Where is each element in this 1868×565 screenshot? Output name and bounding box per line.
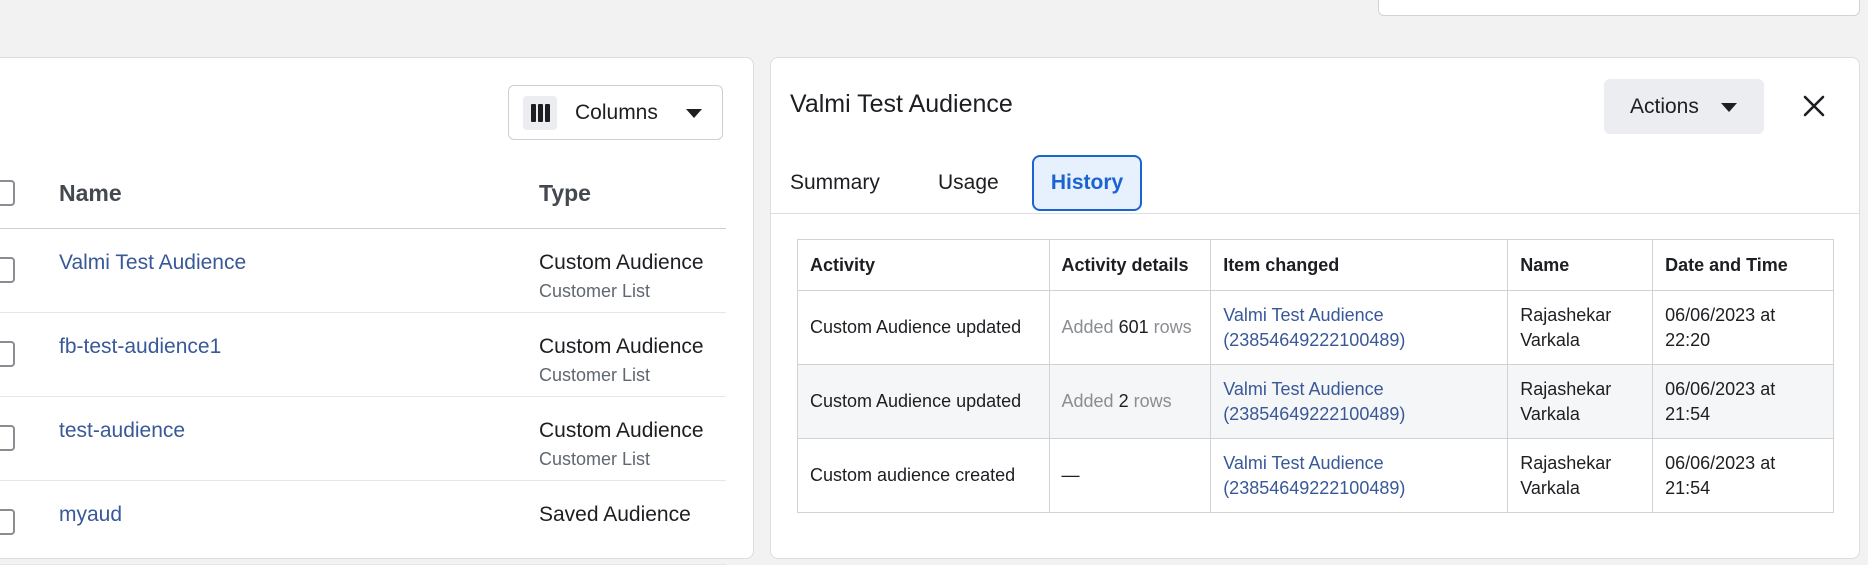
column-header-name[interactable]: Name — [59, 180, 122, 207]
datetime-cell: 06/06/2023 at 21:54 — [1652, 364, 1834, 439]
audience-subtype: Customer List — [539, 281, 651, 301]
actions-label: Actions — [1630, 94, 1699, 118]
table-row: Custom audience created — Valmi Test Aud… — [797, 438, 1834, 513]
item-changed-cell: Valmi Test Audience (23854649222100489) — [1210, 438, 1509, 513]
audience-name-link[interactable]: myaud — [59, 503, 122, 527]
details-count: 601 — [1118, 317, 1149, 337]
actions-button[interactable]: Actions — [1604, 79, 1764, 134]
tab-usage[interactable]: Usage — [938, 155, 999, 211]
row-checkbox[interactable] — [0, 341, 15, 367]
datetime-cell: 06/06/2023 at 21:54 — [1652, 438, 1834, 513]
tab-divider — [771, 213, 1859, 214]
item-changed-link[interactable]: Valmi Test Audience (23854649222100489) — [1223, 453, 1405, 498]
column-header-activity-details: Activity details — [1048, 239, 1212, 291]
name-cell: Rajashekar Varkala — [1507, 438, 1654, 513]
chevron-down-icon — [1720, 103, 1737, 112]
audience-name-link[interactable]: Valmi Test Audience — [59, 251, 246, 275]
audience-subtype: Customer List — [539, 365, 651, 385]
activity-cell: Custom Audience updated — [797, 364, 1050, 439]
table-row: Custom Audience updated Added 601 rows V… — [797, 290, 1834, 365]
audience-name-link[interactable]: test-audience — [59, 419, 185, 443]
audience-name-link[interactable]: fb-test-audience1 — [59, 335, 221, 359]
activity-details-cell: — — [1049, 438, 1212, 513]
table-row: Custom Audience updated Added 2 rows Val… — [797, 364, 1834, 439]
item-changed-cell: Valmi Test Audience (23854649222100489) — [1210, 290, 1509, 365]
details-suffix: rows — [1133, 391, 1172, 411]
datetime-cell: 06/06/2023 at 22:20 — [1652, 290, 1834, 365]
row-checkbox[interactable] — [0, 425, 15, 451]
table-row: fb-test-audience1 Custom Audience Custom… — [0, 313, 726, 397]
table-row: myaud Saved Audience — [0, 481, 726, 565]
details-count: 2 — [1118, 391, 1129, 411]
audience-list-panel: Columns Name Type Valmi Test Audience Cu… — [0, 57, 754, 565]
activity-cell: Custom audience created — [797, 438, 1050, 513]
table-row: Valmi Test Audience Custom Audience Cust… — [0, 229, 726, 313]
details-suffix: rows — [1153, 317, 1192, 337]
table-header-row: Name Type — [0, 158, 726, 229]
row-checkbox[interactable] — [0, 257, 15, 283]
name-cell: Rajashekar Varkala — [1507, 290, 1654, 365]
activity-details-cell: Added 601 rows — [1049, 290, 1212, 365]
activity-details-cell: Added 2 rows — [1049, 364, 1212, 439]
item-changed-link[interactable]: Valmi Test Audience (23854649222100489) — [1223, 379, 1405, 424]
item-changed-link[interactable]: Valmi Test Audience (23854649222100489) — [1223, 305, 1405, 350]
audience-subtype: Customer List — [539, 449, 651, 469]
details-prefix: Added — [1061, 391, 1114, 411]
column-header-activity: Activity — [797, 239, 1050, 291]
item-changed-cell: Valmi Test Audience (23854649222100489) — [1210, 364, 1509, 439]
audience-detail-panel: Valmi Test Audience Actions Summary Usag… — [770, 57, 1860, 559]
details-prefix: Added — [1061, 317, 1114, 337]
top-search-box[interactable] — [1378, 0, 1860, 16]
column-header-type[interactable]: Type — [539, 180, 591, 207]
chevron-down-icon — [685, 109, 702, 118]
column-header-name: Name — [1507, 239, 1654, 291]
detail-title: Valmi Test Audience — [790, 90, 1013, 118]
activity-cell: Custom Audience updated — [797, 290, 1050, 365]
column-header-date-time: Date and Time — [1652, 239, 1834, 291]
audience-type: Custom Audience — [539, 335, 704, 358]
row-checkbox[interactable] — [0, 509, 15, 535]
columns-button[interactable]: Columns — [508, 85, 723, 140]
tab-history[interactable]: History — [1032, 155, 1142, 211]
audience-type: Custom Audience — [539, 419, 704, 442]
audience-type: Custom Audience — [539, 251, 704, 274]
history-header-row: Activity Activity details Item changed N… — [797, 239, 1834, 291]
columns-label: Columns — [575, 100, 658, 124]
columns-icon — [523, 95, 557, 130]
audience-table: Name Type Valmi Test Audience Custom Aud… — [0, 158, 726, 565]
name-cell: Rajashekar Varkala — [1507, 364, 1654, 439]
select-all-checkbox[interactable] — [0, 180, 15, 206]
close-button[interactable] — [1796, 88, 1832, 124]
close-icon — [1803, 95, 1825, 117]
audience-type: Saved Audience — [539, 503, 691, 526]
history-table: Activity Activity details Item changed N… — [797, 239, 1834, 513]
column-header-item-changed: Item changed — [1210, 239, 1509, 291]
table-row: test-audience Custom Audience Customer L… — [0, 397, 726, 481]
tab-summary[interactable]: Summary — [790, 155, 880, 211]
